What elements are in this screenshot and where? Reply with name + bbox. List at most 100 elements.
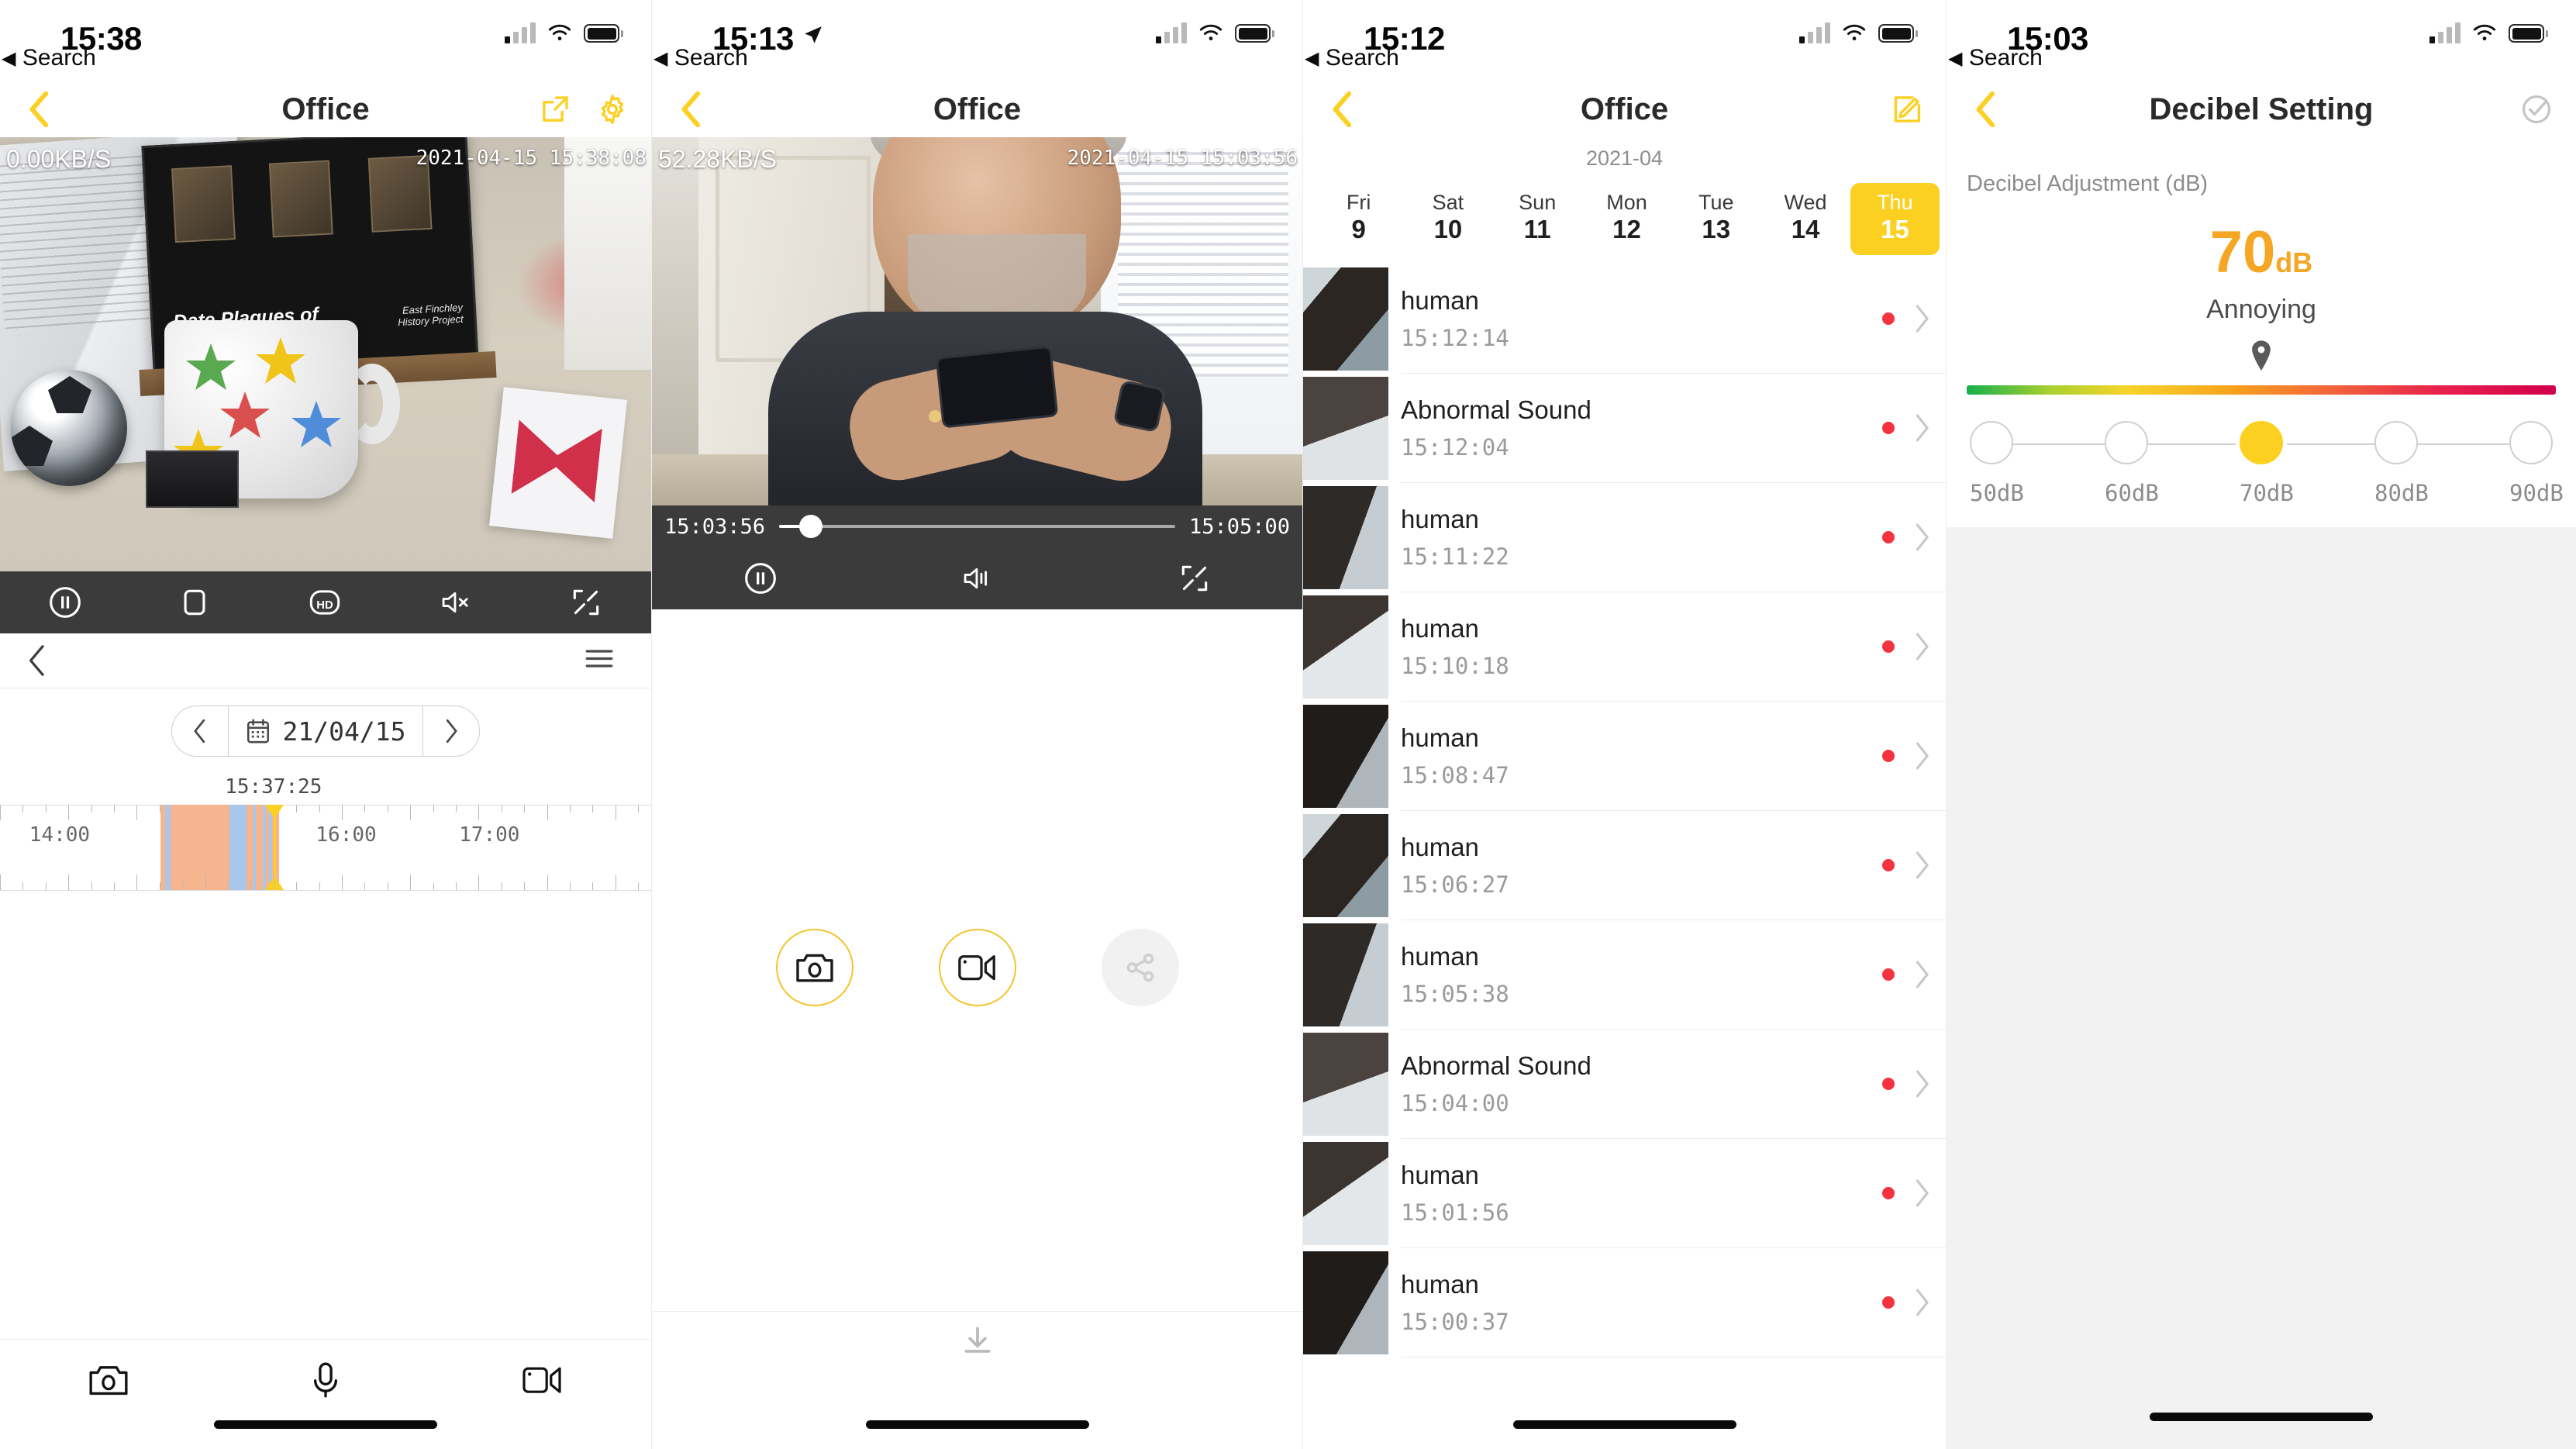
chevron-right-icon[interactable]: [1912, 850, 1932, 880]
event-list[interactable]: human 15:12:14 Abnormal Sound 15:12:04 h…: [1303, 264, 1946, 1358]
event-thumbnail[interactable]: [1303, 1142, 1388, 1245]
scrubber-track[interactable]: [779, 515, 1175, 538]
gear-icon[interactable]: [597, 94, 628, 125]
day-cell-tue-13[interactable]: Tue 13: [1671, 183, 1760, 255]
chevron-right-icon[interactable]: [1912, 1288, 1932, 1317]
stop-square-button[interactable]: [178, 585, 212, 619]
event-row[interactable]: human 15:05:38: [1303, 920, 1946, 1030]
day-cell-mon-12[interactable]: Mon 12: [1582, 183, 1671, 255]
chevron-right-icon[interactable]: [1912, 741, 1932, 771]
scrubber-knob[interactable]: [798, 515, 822, 538]
day-cell-sun-11[interactable]: Sun 11: [1493, 183, 1582, 255]
event-thumbnail[interactable]: [1303, 1251, 1388, 1354]
event-row[interactable]: Abnormal Sound 15:12:04: [1303, 374, 1946, 483]
talk-tab[interactable]: [217, 1340, 434, 1420]
fullscreen-button[interactable]: [569, 585, 603, 619]
date-picker[interactable]: 21/04/15: [171, 706, 481, 757]
date-display[interactable]: 21/04/15: [227, 706, 424, 756]
day-number: 15: [1880, 215, 1909, 243]
event-row[interactable]: human 15:01:56: [1303, 1139, 1946, 1248]
event-row[interactable]: human 15:00:37: [1303, 1248, 1946, 1358]
event-thumbnail[interactable]: [1303, 595, 1388, 699]
prev-day-button[interactable]: [172, 706, 228, 756]
playback-back-button[interactable]: [26, 644, 48, 677]
day-cell-wed-14[interactable]: Wed 14: [1760, 183, 1850, 255]
status-back-to-search[interactable]: ◀ Search: [2, 45, 96, 71]
day-number: 12: [1612, 215, 1641, 243]
snapshot-tab[interactable]: [0, 1340, 217, 1420]
snapshot-button[interactable]: [775, 929, 853, 1006]
pause-button[interactable]: [743, 561, 778, 595]
chevron-right-icon[interactable]: [1912, 1178, 1932, 1208]
decibel-step-90[interactable]: [2509, 421, 2553, 464]
hd-quality-button[interactable]: HD: [307, 585, 343, 619]
next-day-button[interactable]: [423, 706, 479, 756]
day-cell-sat-10[interactable]: Sat 10: [1403, 183, 1492, 255]
back-button[interactable]: [678, 91, 705, 127]
chevron-right-icon[interactable]: [1912, 304, 1932, 333]
chevron-right-icon[interactable]: [1912, 523, 1932, 552]
event-thumbnail[interactable]: [1303, 923, 1388, 1026]
event-thumbnail[interactable]: [1303, 377, 1388, 480]
back-button[interactable]: [1973, 91, 1999, 127]
playback-scrubber[interactable]: 15:03:56 15:05:00: [652, 505, 1302, 547]
download-bar[interactable]: [652, 1311, 1302, 1368]
status-back-to-search[interactable]: ◀ Search: [1948, 45, 2043, 71]
decibel-step-70[interactable]: [2240, 421, 2283, 464]
event-row[interactable]: Abnormal Sound 15:04:00: [1303, 1030, 1946, 1139]
day-cell-fri-9[interactable]: Fri 9: [1314, 183, 1403, 255]
cellular-signal-icon: [1799, 22, 1830, 43]
chevron-right-icon[interactable]: [1912, 413, 1932, 443]
day-number: 13: [1702, 215, 1731, 243]
back-button[interactable]: [1329, 91, 1356, 127]
chevron-right-icon[interactable]: [1912, 1069, 1932, 1099]
clip-video-feed[interactable]: 52.28KB/S 2021-04-15 15:03:56: [652, 137, 1302, 505]
event-row[interactable]: human 15:08:47: [1303, 702, 1946, 811]
decibel-step-slider[interactable]: [1970, 421, 2553, 466]
back-button[interactable]: [26, 91, 53, 127]
event-row[interactable]: human 15:12:14: [1303, 264, 1946, 374]
unread-dot: [1882, 750, 1895, 762]
share-icon[interactable]: [540, 94, 571, 125]
pause-button[interactable]: [48, 585, 82, 619]
decibel-step-50[interactable]: [1970, 421, 2013, 464]
status-back-to-search[interactable]: ◀ Search: [1305, 45, 1399, 71]
camera-scene: [652, 137, 1302, 505]
event-thumbnail[interactable]: [1303, 814, 1388, 917]
record-tab[interactable]: [434, 1340, 651, 1420]
edit-pencil-icon[interactable]: [1890, 93, 1923, 126]
download-icon[interactable]: [960, 1323, 995, 1358]
home-indicator: [1303, 1420, 1946, 1449]
chevron-right-icon[interactable]: [1912, 632, 1932, 661]
decibel-step-80[interactable]: [2374, 421, 2418, 464]
chevron-right-icon[interactable]: [1912, 960, 1932, 989]
unread-dot: [1882, 640, 1895, 653]
status-back-to-search[interactable]: ◀ Search: [653, 45, 748, 71]
page-title: Decibel Setting: [2149, 91, 2374, 126]
record-button[interactable]: [938, 929, 1016, 1006]
event-thumbnail[interactable]: [1303, 705, 1388, 808]
decibel-step-60[interactable]: [2105, 421, 2148, 464]
event-row[interactable]: human 15:10:18: [1303, 592, 1946, 702]
event-row[interactable]: human 15:11:22: [1303, 483, 1946, 592]
event-time: 15:08:47: [1401, 762, 1509, 788]
speaker-button[interactable]: [960, 561, 995, 595]
event-thumbnail[interactable]: [1303, 267, 1388, 371]
day-cell-thu-15[interactable]: Thu 15: [1850, 183, 1940, 255]
event-title: Abnormal Sound: [1401, 395, 1591, 424]
event-thumbnail[interactable]: [1303, 1033, 1388, 1136]
check-circle-icon[interactable]: [2520, 93, 2553, 126]
event-thumbnail[interactable]: [1303, 486, 1388, 589]
playback-timeline[interactable]: 15:37:25 14:00 15:00 16:00 17:00: [0, 775, 651, 923]
day-name: Sun: [1519, 191, 1557, 214]
event-row[interactable]: human 15:06:27: [1303, 811, 1946, 920]
mute-button[interactable]: [438, 585, 474, 619]
wifi-icon: [1199, 24, 1222, 41]
event-time: 15:00:37: [1401, 1309, 1509, 1335]
event-title: human: [1401, 833, 1479, 861]
event-title: human: [1401, 505, 1479, 533]
live-video-feed[interactable]: Date Plaques ofEast Finchley East Finchl…: [0, 137, 651, 571]
fullscreen-button[interactable]: [1178, 561, 1212, 595]
hamburger-icon[interactable]: [585, 647, 614, 674]
share-button[interactable]: [1101, 929, 1179, 1006]
